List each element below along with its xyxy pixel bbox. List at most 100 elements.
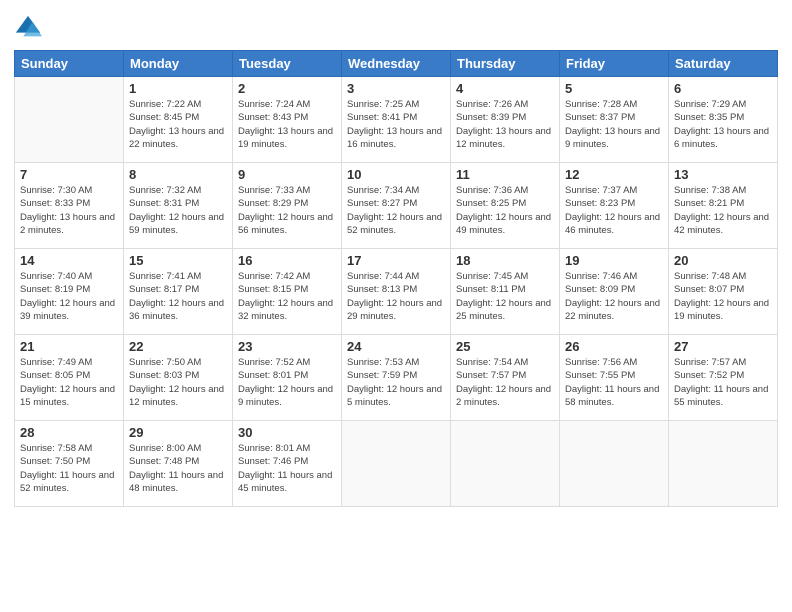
calendar-cell: 11 Sunrise: 7:36 AMSunset: 8:25 PMDayligh… — [451, 163, 560, 249]
weekday-header-thursday: Thursday — [451, 51, 560, 77]
calendar-week-row: 7 Sunrise: 7:30 AMSunset: 8:33 PMDaylight… — [15, 163, 778, 249]
calendar-cell: 27 Sunrise: 7:57 AMSunset: 7:52 PMDayligh… — [669, 335, 778, 421]
day-number: 23 — [238, 339, 336, 354]
day-number: 8 — [129, 167, 227, 182]
day-info: Sunrise: 7:53 AMSunset: 7:59 PMDaylight:… — [347, 356, 445, 409]
day-info: Sunrise: 7:46 AMSunset: 8:09 PMDaylight:… — [565, 270, 663, 323]
calendar-cell — [15, 77, 124, 163]
day-number: 17 — [347, 253, 445, 268]
calendar-cell: 8 Sunrise: 7:32 AMSunset: 8:31 PMDaylight… — [124, 163, 233, 249]
day-number: 27 — [674, 339, 772, 354]
calendar-cell: 16Sunrise: 7:42 AMSunset: 8:15 PMDayligh… — [233, 249, 342, 335]
day-number: 30 — [238, 425, 336, 440]
day-info: Sunrise: 7:24 AMSunset: 8:43 PMDaylight:… — [238, 98, 336, 151]
calendar-cell: 21 Sunrise: 7:49 AMSunset: 8:05 PMDayligh… — [15, 335, 124, 421]
calendar-cell: 22 Sunrise: 7:50 AMSunset: 8:03 PMDayligh… — [124, 335, 233, 421]
calendar-cell: 24Sunrise: 7:53 AMSunset: 7:59 PMDayligh… — [342, 335, 451, 421]
day-number: 14 — [20, 253, 118, 268]
calendar-cell: 19 Sunrise: 7:46 AMSunset: 8:09 PMDayligh… — [560, 249, 669, 335]
calendar-cell: 17 Sunrise: 7:44 AMSunset: 8:13 PMDayligh… — [342, 249, 451, 335]
day-number: 10 — [347, 167, 445, 182]
day-info: Sunrise: 7:40 AMSunset: 8:19 PMDaylight:… — [20, 270, 118, 323]
calendar-cell: 25 Sunrise: 7:54 AMSunset: 7:57 PMDayligh… — [451, 335, 560, 421]
calendar-table: SundayMondayTuesdayWednesdayThursdayFrid… — [14, 50, 778, 507]
weekday-header-sunday: Sunday — [15, 51, 124, 77]
day-info: Sunrise: 7:54 AMSunset: 7:57 PMDaylight:… — [456, 356, 554, 409]
day-number: 12 — [565, 167, 663, 182]
day-number: 15 — [129, 253, 227, 268]
weekday-header-monday: Monday — [124, 51, 233, 77]
calendar-cell: 15 Sunrise: 7:41 AMSunset: 8:17 PMDayligh… — [124, 249, 233, 335]
day-info: Sunrise: 7:58 AMSunset: 7:50 PMDaylight:… — [20, 442, 118, 495]
day-number: 5 — [565, 81, 663, 96]
day-info: Sunrise: 7:41 AMSunset: 8:17 PMDaylight:… — [129, 270, 227, 323]
calendar-cell: 26 Sunrise: 7:56 AMSunset: 7:55 PMDayligh… — [560, 335, 669, 421]
day-info: Sunrise: 7:29 AMSunset: 8:35 PMDaylight:… — [674, 98, 772, 151]
calendar-cell: 10 Sunrise: 7:34 AMSunset: 8:27 PMDayligh… — [342, 163, 451, 249]
page: SundayMondayTuesdayWednesdayThursdayFrid… — [0, 0, 792, 612]
calendar-cell: 4 Sunrise: 7:26 AMSunset: 8:39 PMDaylight… — [451, 77, 560, 163]
day-number: 28 — [20, 425, 118, 440]
day-number: 25 — [456, 339, 554, 354]
day-info: Sunrise: 7:50 AMSunset: 8:03 PMDaylight:… — [129, 356, 227, 409]
day-info: Sunrise: 7:22 AMSunset: 8:45 PMDaylight:… — [129, 98, 227, 151]
logo — [14, 14, 44, 42]
calendar-week-row: 21 Sunrise: 7:49 AMSunset: 8:05 PMDayligh… — [15, 335, 778, 421]
day-number: 19 — [565, 253, 663, 268]
day-number: 11 — [456, 167, 554, 182]
calendar-cell: 30Sunrise: 8:01 AMSunset: 7:46 PMDayligh… — [233, 421, 342, 507]
day-number: 18 — [456, 253, 554, 268]
day-info: Sunrise: 7:28 AMSunset: 8:37 PMDaylight:… — [565, 98, 663, 151]
day-info: Sunrise: 7:38 AMSunset: 8:21 PMDaylight:… — [674, 184, 772, 237]
calendar-cell: 28 Sunrise: 7:58 AMSunset: 7:50 PMDayligh… — [15, 421, 124, 507]
calendar-cell: 23 Sunrise: 7:52 AMSunset: 8:01 PMDayligh… — [233, 335, 342, 421]
day-info: Sunrise: 7:56 AMSunset: 7:55 PMDaylight:… — [565, 356, 663, 409]
weekday-header-row: SundayMondayTuesdayWednesdayThursdayFrid… — [15, 51, 778, 77]
calendar-cell — [342, 421, 451, 507]
calendar-cell: 9 Sunrise: 7:33 AMSunset: 8:29 PMDaylight… — [233, 163, 342, 249]
calendar-cell: 2 Sunrise: 7:24 AMSunset: 8:43 PMDaylight… — [233, 77, 342, 163]
day-number: 2 — [238, 81, 336, 96]
day-info: Sunrise: 7:49 AMSunset: 8:05 PMDaylight:… — [20, 356, 118, 409]
day-number: 6 — [674, 81, 772, 96]
day-number: 1 — [129, 81, 227, 96]
day-number: 29 — [129, 425, 227, 440]
day-number: 16 — [238, 253, 336, 268]
day-number: 7 — [20, 167, 118, 182]
day-info: Sunrise: 7:26 AMSunset: 8:39 PMDaylight:… — [456, 98, 554, 151]
day-number: 13 — [674, 167, 772, 182]
day-info: Sunrise: 7:33 AMSunset: 8:29 PMDaylight:… — [238, 184, 336, 237]
calendar-week-row: 1 Sunrise: 7:22 AMSunset: 8:45 PMDaylight… — [15, 77, 778, 163]
day-info: Sunrise: 7:37 AMSunset: 8:23 PMDaylight:… — [565, 184, 663, 237]
day-number: 26 — [565, 339, 663, 354]
calendar-cell: 18 Sunrise: 7:45 AMSunset: 8:11 PMDayligh… — [451, 249, 560, 335]
calendar-cell: 3Sunrise: 7:25 AMSunset: 8:41 PMDaylight… — [342, 77, 451, 163]
day-info: Sunrise: 7:52 AMSunset: 8:01 PMDaylight:… — [238, 356, 336, 409]
day-info: Sunrise: 7:44 AMSunset: 8:13 PMDaylight:… — [347, 270, 445, 323]
calendar-cell — [451, 421, 560, 507]
day-info: Sunrise: 7:48 AMSunset: 8:07 PMDaylight:… — [674, 270, 772, 323]
day-info: Sunrise: 7:34 AMSunset: 8:27 PMDaylight:… — [347, 184, 445, 237]
weekday-header-wednesday: Wednesday — [342, 51, 451, 77]
weekday-header-saturday: Saturday — [669, 51, 778, 77]
header — [14, 10, 778, 42]
calendar-cell — [669, 421, 778, 507]
day-info: Sunrise: 7:45 AMSunset: 8:11 PMDaylight:… — [456, 270, 554, 323]
day-info: Sunrise: 7:30 AMSunset: 8:33 PMDaylight:… — [20, 184, 118, 237]
calendar-cell — [560, 421, 669, 507]
calendar-cell: 7 Sunrise: 7:30 AMSunset: 8:33 PMDaylight… — [15, 163, 124, 249]
day-info: Sunrise: 7:36 AMSunset: 8:25 PMDaylight:… — [456, 184, 554, 237]
day-info: Sunrise: 7:32 AMSunset: 8:31 PMDaylight:… — [129, 184, 227, 237]
calendar-week-row: 28 Sunrise: 7:58 AMSunset: 7:50 PMDayligh… — [15, 421, 778, 507]
day-number: 21 — [20, 339, 118, 354]
calendar-cell: 6 Sunrise: 7:29 AMSunset: 8:35 PMDaylight… — [669, 77, 778, 163]
calendar-cell: 14 Sunrise: 7:40 AMSunset: 8:19 PMDayligh… — [15, 249, 124, 335]
day-number: 22 — [129, 339, 227, 354]
logo-icon — [14, 14, 42, 42]
day-number: 4 — [456, 81, 554, 96]
day-number: 9 — [238, 167, 336, 182]
calendar-cell: 29Sunrise: 8:00 AMSunset: 7:48 PMDayligh… — [124, 421, 233, 507]
weekday-header-friday: Friday — [560, 51, 669, 77]
weekday-header-tuesday: Tuesday — [233, 51, 342, 77]
day-info: Sunrise: 7:57 AMSunset: 7:52 PMDaylight:… — [674, 356, 772, 409]
